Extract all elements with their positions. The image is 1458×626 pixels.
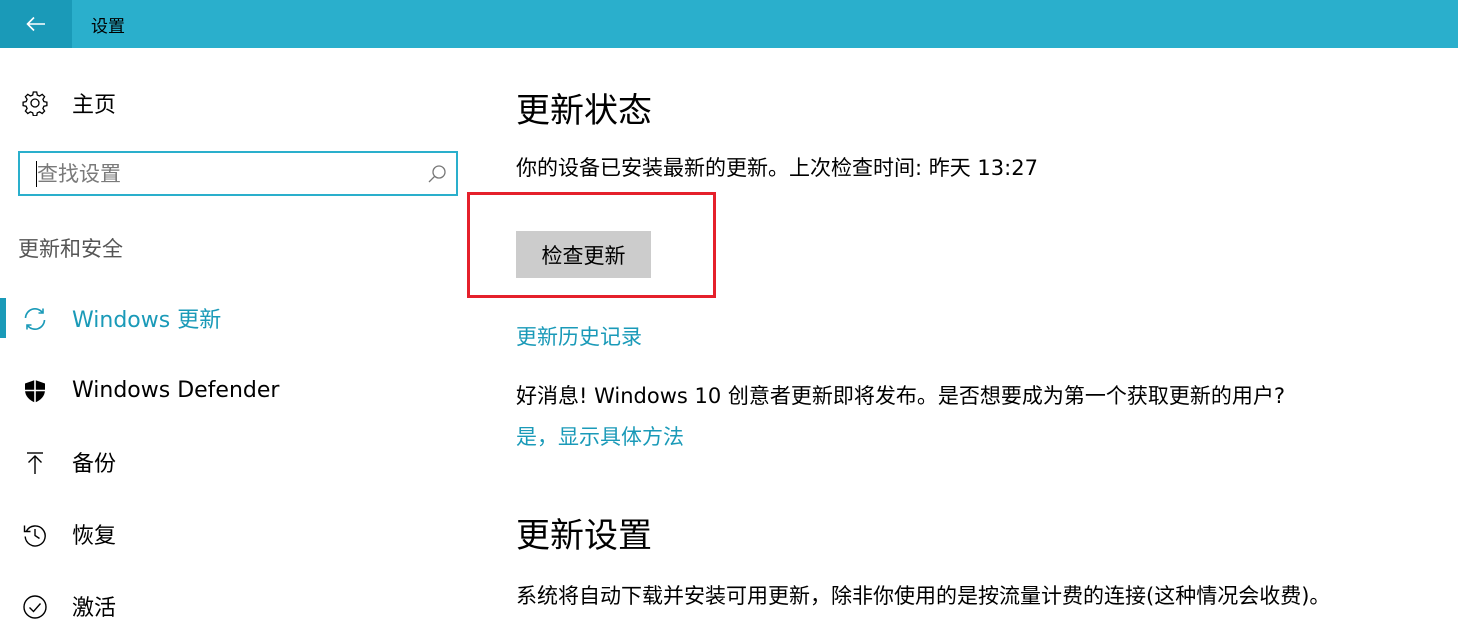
sidebar-item-recovery[interactable]: 恢复 bbox=[0, 514, 460, 554]
active-indicator bbox=[0, 298, 6, 338]
search-input[interactable] bbox=[36, 160, 419, 187]
sidebar-item-label: 备份 bbox=[72, 452, 117, 477]
sidebar-item-windows-defender[interactable]: Windows Defender bbox=[0, 370, 460, 410]
upload-arrow-icon bbox=[27, 452, 43, 474]
sidebar-item-backup[interactable]: 备份 bbox=[0, 442, 460, 482]
update-status-text: 你的设备已安装最新的更新。上次检查时间: 昨天 13:27 bbox=[516, 156, 1038, 180]
show-how-link[interactable]: 是，显示具体方法 bbox=[516, 421, 684, 451]
sidebar-item-label: Windows Defender bbox=[72, 377, 280, 403]
section-heading: 更新和安全 bbox=[18, 237, 123, 261]
sidebar-item-activation[interactable]: 激活 bbox=[0, 586, 460, 626]
back-arrow-icon bbox=[26, 16, 45, 32]
history-icon bbox=[23, 525, 46, 547]
sidebar-item-windows-update[interactable]: Windows 更新 bbox=[0, 298, 460, 338]
sync-icon bbox=[24, 308, 46, 330]
sidebar-item-home[interactable]: 主页 bbox=[22, 88, 116, 118]
search-box[interactable] bbox=[18, 151, 458, 196]
update-history-link[interactable]: 更新历史记录 bbox=[516, 321, 642, 351]
creators-update-text: 好消息! Windows 10 创意者更新即将发布。是否想要成为第一个获取更新的… bbox=[516, 384, 1286, 408]
back-button[interactable] bbox=[0, 0, 72, 48]
sidebar-item-label: Windows 更新 bbox=[72, 308, 222, 333]
update-status-heading: 更新状态 bbox=[516, 91, 652, 131]
check-updates-button[interactable]: 检查更新 bbox=[516, 231, 651, 278]
shield-icon bbox=[25, 380, 45, 403]
gear-icon bbox=[22, 91, 48, 116]
sidebar: 主页 更新和安全 Windows 更新 Windows Defe bbox=[0, 48, 470, 626]
search-icon bbox=[428, 165, 446, 183]
check-circle-icon bbox=[23, 595, 47, 619]
update-settings-heading: 更新设置 bbox=[516, 516, 652, 556]
sidebar-item-label: 激活 bbox=[72, 596, 117, 621]
sidebar-home-label: 主页 bbox=[72, 93, 117, 118]
title-bar: 设置 bbox=[0, 0, 1458, 48]
update-settings-text: 系统将自动下载并安装可用更新，除非你使用的是按流量计费的连接(这种情况会收费)。 bbox=[516, 584, 1331, 608]
window-title: 设置 bbox=[91, 16, 125, 37]
sidebar-item-label: 恢复 bbox=[72, 524, 117, 549]
